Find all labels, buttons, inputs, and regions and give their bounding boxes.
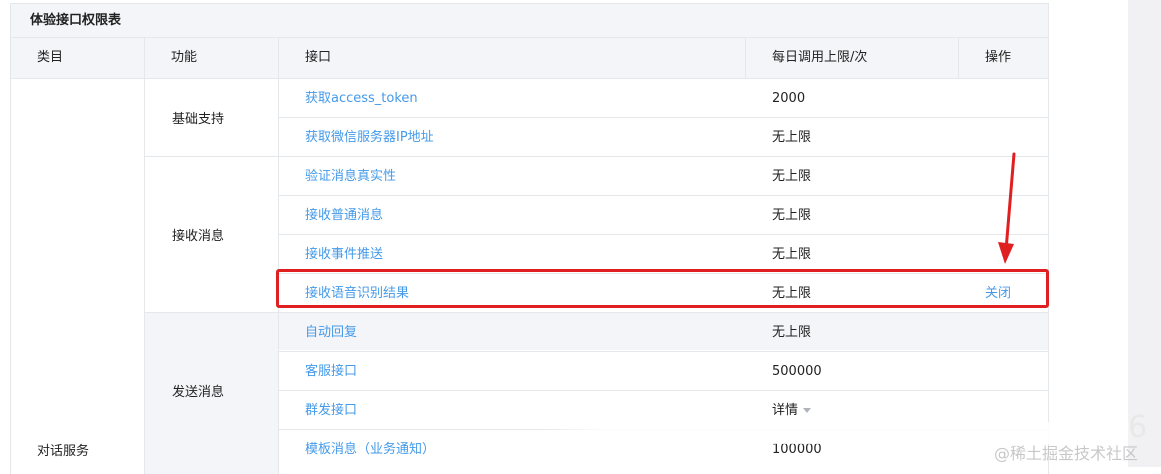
daily-limit: 2000	[772, 91, 806, 106]
column-header-daily-limit: 每日调用上限/次	[772, 50, 868, 65]
table-row: 获取微信服务器IP地址 无上限	[279, 118, 1048, 157]
interface-link[interactable]: 获取access_token	[305, 79, 418, 118]
interface-link[interactable]: 获取微信服务器IP地址	[305, 118, 434, 157]
watermark-text: @稀土掘金技术社区	[994, 444, 1139, 463]
interface-link[interactable]: 自动回复	[305, 313, 357, 352]
details-label: 详情	[772, 403, 799, 418]
feature-send-message: 发送消息	[172, 385, 225, 400]
table-row-voice-recognition: 接收语音识别结果 无上限 关闭	[279, 274, 1048, 313]
table-row: 获取access_token 2000	[279, 79, 1048, 118]
scrollbar-track[interactable]	[1128, 0, 1161, 467]
close-action-link[interactable]: 关闭	[985, 274, 1011, 313]
interface-link[interactable]: 接收事件推送	[305, 235, 383, 274]
category-dialog-service: 对话服务	[37, 444, 90, 459]
annotation-arrow-icon	[998, 152, 1016, 264]
permission-table-panel: 体验接口权限表 类目 功能 接口 每日调用上限/次 操作 基础支持 接收消息 发…	[10, 3, 1049, 474]
chevron-down-icon	[803, 408, 812, 413]
daily-limit: 无上限	[772, 286, 812, 301]
column-header-action: 操作	[985, 50, 1012, 65]
interface-link[interactable]: 客服接口	[305, 352, 357, 391]
feature-basic-support: 基础支持	[172, 112, 225, 127]
grid-line	[958, 38, 959, 79]
panel-title: 体验接口权限表	[11, 4, 1048, 38]
daily-limit: 无上限	[772, 325, 812, 340]
grid-line	[745, 38, 746, 79]
column-header-interface: 接口	[305, 50, 332, 65]
interface-link[interactable]: 接收普通消息	[305, 196, 383, 235]
table-row: 接收事件推送 无上限	[279, 235, 1048, 274]
daily-limit: 无上限	[772, 247, 812, 262]
table-header: 类目 功能 接口 每日调用上限/次 操作	[11, 38, 1048, 79]
daily-limit: 500000	[772, 364, 822, 379]
table-row: 接收普通消息 无上限	[279, 196, 1048, 235]
daily-limit: 无上限	[772, 130, 812, 145]
grid-line	[144, 38, 145, 474]
table-row: 客服接口 500000	[279, 352, 1048, 391]
interface-link[interactable]: 模板消息（业务通知）	[305, 430, 435, 469]
column-header-category: 类目	[37, 50, 64, 65]
interface-link[interactable]: 验证消息真实性	[305, 157, 396, 196]
feature-receive-message: 接收消息	[172, 229, 225, 244]
interface-link[interactable]: 群发接口	[305, 391, 357, 430]
table-row: 验证消息真实性 无上限	[279, 157, 1048, 196]
table-row: 自动回复 无上限	[279, 313, 1048, 352]
interface-link[interactable]: 接收语音识别结果	[305, 274, 409, 313]
column-header-feature: 功能	[171, 50, 198, 65]
daily-limit: 无上限	[772, 208, 812, 223]
daily-limit: 无上限	[772, 169, 812, 184]
